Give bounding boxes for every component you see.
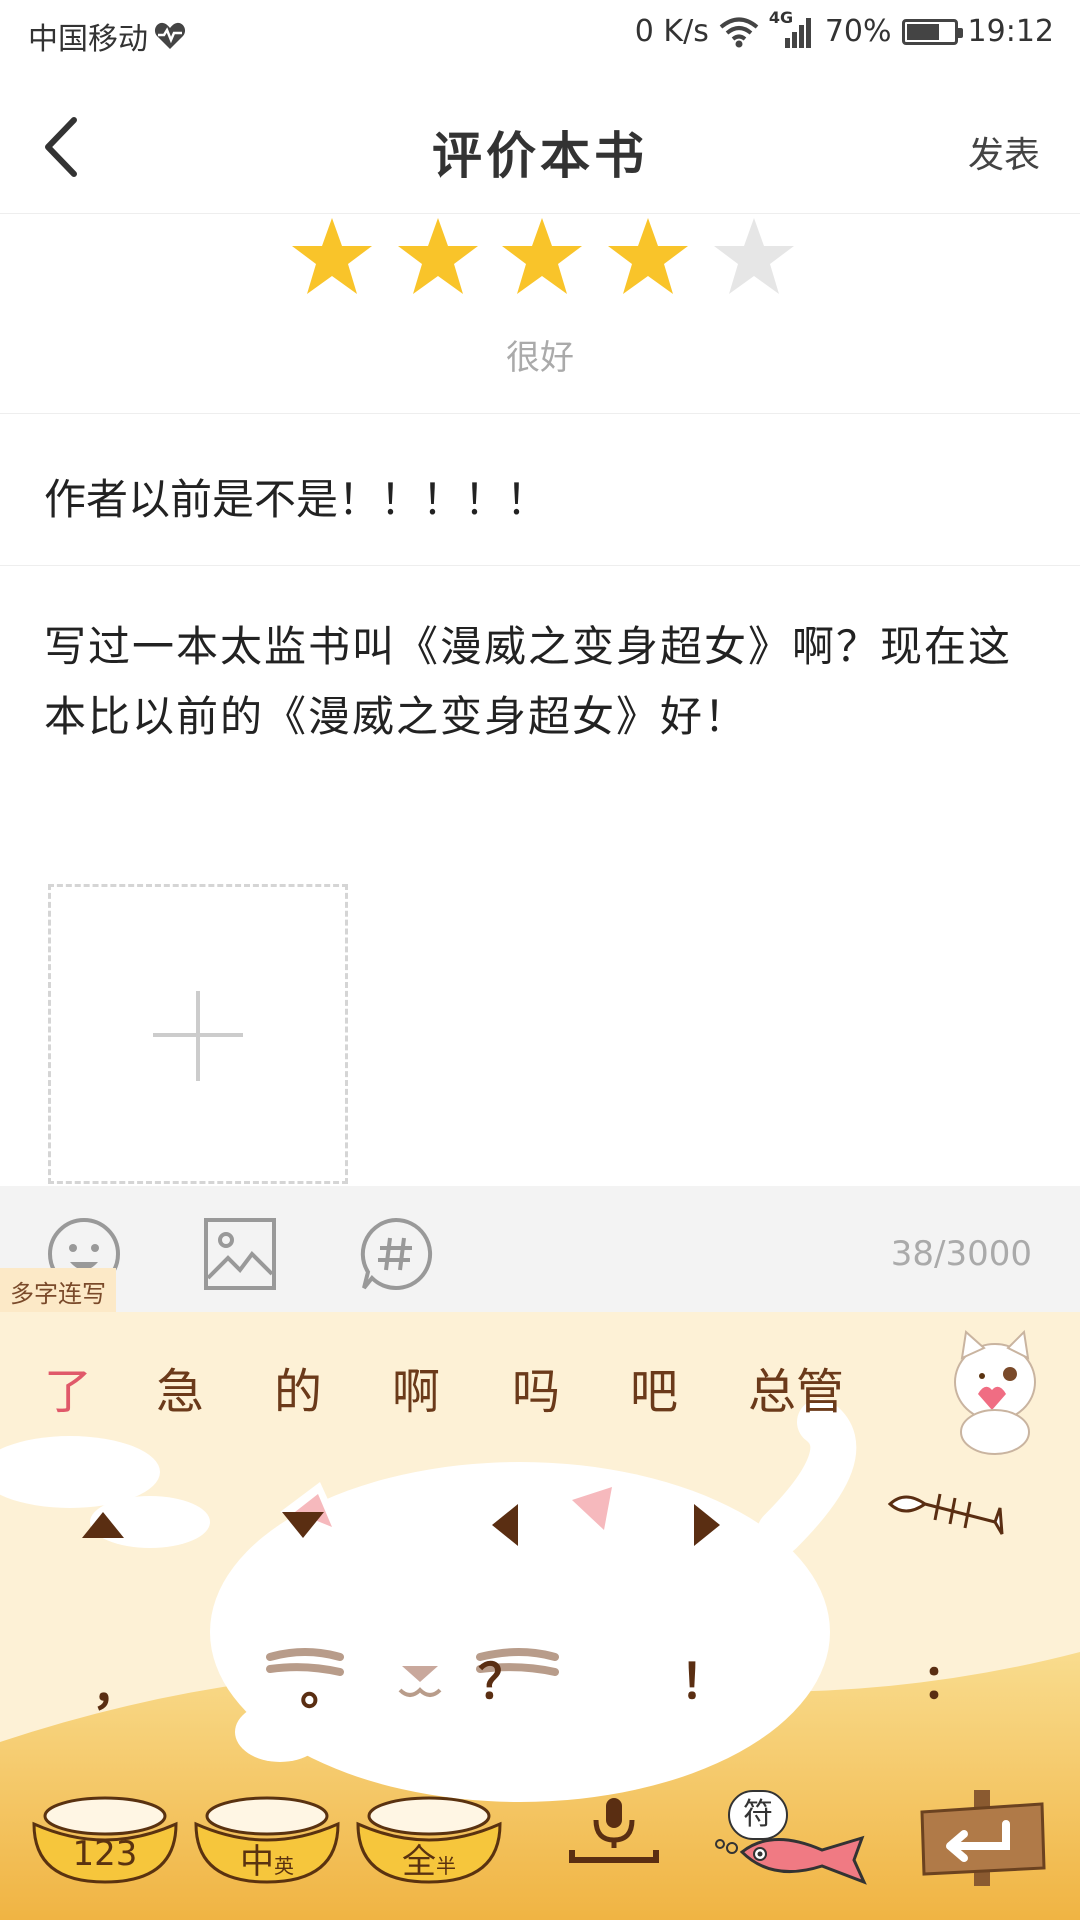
candidate-item[interactable]: 吧 xyxy=(630,1352,678,1422)
topic-button[interactable] xyxy=(358,1216,434,1292)
review-title-input[interactable]: 作者以前是不是！！！！！ xyxy=(0,414,1080,566)
key-period[interactable]: 。 xyxy=(300,1648,348,1718)
candidate-item[interactable]: 了 xyxy=(44,1352,92,1422)
candidate-item[interactable]: 总管 xyxy=(748,1352,844,1422)
arrow-right-icon[interactable] xyxy=(692,1502,722,1548)
carrier-name: 中国移动 xyxy=(28,22,148,57)
status-left: 中国移动 xyxy=(28,14,186,58)
cat-theme-keyboard: 了急的啊 吗吧总管 ， 。 ？ ！ ： 123 中英 全半 符 xyxy=(0,1312,1080,1920)
signal-icon xyxy=(784,17,811,48)
clock: 19:12 xyxy=(967,14,1054,49)
key-exclaim[interactable]: ！ xyxy=(680,1642,728,1712)
key-question[interactable]: ？ xyxy=(478,1642,526,1712)
width-main: 全 xyxy=(402,1842,436,1882)
signal-4g: 4G xyxy=(769,8,815,48)
net-speed: 0 K/s xyxy=(634,14,709,49)
star-rating xyxy=(0,214,1080,324)
key-full-half-width[interactable]: 全半 xyxy=(354,1794,504,1886)
cat-mascot-icon[interactable] xyxy=(950,1328,1040,1458)
star-icon-1[interactable] xyxy=(290,214,374,298)
key-numbers[interactable]: 123 xyxy=(30,1794,180,1886)
plus-icon xyxy=(153,991,243,1081)
candidate-item[interactable]: 啊 xyxy=(392,1352,440,1422)
key-chinese-english[interactable]: 中英 xyxy=(192,1794,342,1886)
voice-input-button[interactable] xyxy=(566,1794,662,1878)
arrow-up-icon[interactable] xyxy=(80,1510,126,1540)
lang-sub: 英 xyxy=(274,1854,294,1878)
symbols-key-label: 符 xyxy=(728,1790,788,1840)
star-icon-2[interactable] xyxy=(396,214,480,298)
hashtag-icon xyxy=(360,1217,433,1290)
rating-label: 很好 xyxy=(506,338,574,378)
heart-pulse-icon xyxy=(154,22,186,49)
add-image-button[interactable] xyxy=(48,884,348,1184)
image-button[interactable] xyxy=(202,1216,278,1292)
char-count: 38/3000 xyxy=(890,1234,1032,1274)
header: 评价本书 发表 xyxy=(0,76,1080,214)
key-comma[interactable]: ， xyxy=(92,1648,140,1718)
key-chinese-english-label: 中英 xyxy=(192,1834,342,1883)
rating-section: 很好 xyxy=(0,214,1080,414)
status-bar: 中国移动 0 K/s 4G 70% 19:12 xyxy=(0,0,1080,76)
arrow-left-icon[interactable] xyxy=(490,1502,520,1548)
key-numbers-label: 123 xyxy=(72,1834,138,1874)
status-right: 0 K/s 4G 70% 19:12 xyxy=(634,8,1054,50)
candidate-item[interactable]: 急 xyxy=(156,1352,204,1422)
editor-toolbar: 38/3000 xyxy=(0,1186,1080,1314)
key-full-half-width-label: 全半 xyxy=(354,1834,504,1883)
lang-main: 中 xyxy=(240,1842,274,1882)
symbols-key[interactable]: 符 xyxy=(712,1782,882,1892)
battery-percent: 70% xyxy=(824,14,892,49)
battery-icon xyxy=(901,18,963,45)
candidate-item[interactable]: 的 xyxy=(274,1352,322,1422)
arrow-down-icon[interactable] xyxy=(280,1510,326,1540)
image-icon xyxy=(204,1218,276,1290)
publish-button[interactable]: 发表 xyxy=(968,126,1040,178)
key-colon[interactable]: ： xyxy=(922,1642,970,1712)
candidate-bar: 了急的啊 吗吧总管 xyxy=(0,1352,900,1422)
width-sub: 半 xyxy=(436,1854,456,1878)
page-title: 评价本书 xyxy=(432,127,648,185)
review-body-input[interactable]: 写过一本太监书叫《漫威之变身超女》啊？现在这本比以前的《漫威之变身超女》好！ xyxy=(0,566,1080,866)
star-icon-5[interactable] xyxy=(712,214,796,298)
fishbone-key[interactable] xyxy=(880,1482,1010,1552)
microphone-icon xyxy=(569,1798,659,1863)
star-icon-3[interactable] xyxy=(500,214,584,298)
candidate-item[interactable]: 吗 xyxy=(512,1352,560,1422)
wifi-icon xyxy=(719,17,759,47)
enter-icon xyxy=(920,1790,1046,1886)
battery-fill xyxy=(906,23,939,40)
enter-key[interactable] xyxy=(918,1790,1048,1886)
multi-char-mode-tag[interactable]: 多字连写 xyxy=(0,1268,116,1312)
star-icon-4[interactable] xyxy=(606,214,690,298)
